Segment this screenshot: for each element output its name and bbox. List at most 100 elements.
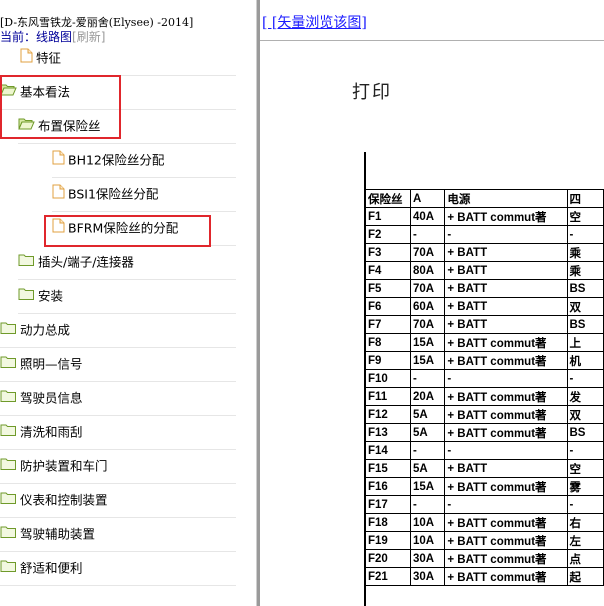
tree-node-label: 插头/端子/连接器 <box>38 254 134 270</box>
table-cell: + BATT <box>444 279 568 298</box>
folder-icon <box>0 450 17 484</box>
tree-node-label: 驾驶员信息 <box>20 390 83 406</box>
vector-view-link[interactable]: [ [矢量浏览该图] <box>262 12 367 32</box>
tree-node-label: BH12保险丝分配 <box>68 152 165 168</box>
tree-node[interactable]: 驾驶辅助装置 <box>0 517 236 552</box>
table-cell: + BATT commut著 <box>444 423 568 442</box>
table-cell: - <box>409 369 446 388</box>
table-cell: 80A <box>409 261 446 280</box>
column-header: 四 <box>566 189 604 208</box>
table-cell: F12 <box>365 405 411 424</box>
table-cell: F21 <box>365 567 411 586</box>
table-cell: 空 <box>566 207 604 226</box>
table-cell: 双 <box>566 405 604 424</box>
table-cell: 15A <box>409 333 446 352</box>
print-link[interactable]: 打印 <box>352 78 392 104</box>
table-cell: 60A <box>409 297 446 316</box>
tree-node[interactable]: 舒适和便利 <box>0 551 236 586</box>
tree-node[interactable]: 仪表和控制装置 <box>0 483 236 518</box>
table-cell: 发 <box>566 387 604 406</box>
table-cell: BS <box>566 423 604 442</box>
table-cell: + BATT commut著 <box>444 531 568 550</box>
column-header: 电源 <box>444 189 568 208</box>
tree-node-label: 动力总成 <box>20 322 71 338</box>
tree-node-label: 防护装置和车门 <box>20 458 108 474</box>
table-row: F18 10A + BATT commut著右 <box>365 513 604 532</box>
table-cell: 5A <box>409 423 446 442</box>
table-cell: 雾 <box>566 477 604 496</box>
table-cell: + BATT <box>444 459 568 478</box>
folder-icon <box>0 518 17 552</box>
table-cell: F1 <box>365 207 411 226</box>
table-cell: + BATT commut著 <box>444 567 568 586</box>
tree-node[interactable]: 照明—信号 <box>0 347 236 382</box>
table-cell: F3 <box>365 243 411 262</box>
table-cell: 双 <box>566 297 604 316</box>
table-row: F11 20A + BATT commut著发 <box>365 387 604 406</box>
table-row: F19 10A + BATT commut著左 <box>365 531 604 550</box>
table-cell: + BATT <box>444 243 568 262</box>
table-cell: 上 <box>566 333 604 352</box>
tree-node-label: 驾驶辅助装置 <box>20 526 96 542</box>
table-cell: - <box>409 441 446 460</box>
table-cell: + BATT commut著 <box>444 513 568 532</box>
table-cell: F2 <box>365 225 411 244</box>
tree-node[interactable]: 驾驶员信息 <box>0 381 236 416</box>
table-cell: + BATT <box>444 261 568 280</box>
folder-icon <box>18 280 35 314</box>
table-cell: F19 <box>365 531 411 550</box>
table-header-row: 保险丝 A 电源四 <box>365 189 604 208</box>
highlight-box-basic <box>0 75 121 139</box>
tree-node[interactable]: 清洗和雨刮 <box>0 415 236 450</box>
table-cell: 40A <box>409 207 446 226</box>
column-header: A <box>409 189 446 208</box>
table-cell: + BATT commut著 <box>444 351 568 370</box>
table-cell: 30A <box>409 567 446 586</box>
table-cell: 起 <box>566 567 604 586</box>
table-cell: 5A <box>409 405 446 424</box>
table-cell: 乘 <box>566 261 604 280</box>
table-cell: F10 <box>365 369 411 388</box>
table-cell: + BATT <box>444 297 568 316</box>
table-cell: F20 <box>365 549 411 568</box>
tree-node[interactable]: 特征 <box>20 41 236 76</box>
table-cell: 70A <box>409 243 446 262</box>
page-icon <box>52 178 65 212</box>
tree-node-label: 舒适和便利 <box>20 560 83 576</box>
table-cell: 15A <box>409 351 446 370</box>
table-cell: - <box>444 495 568 514</box>
table-row: F4 80A + BATT 乘 <box>365 261 604 280</box>
table-cell: F18 <box>365 513 411 532</box>
folder-icon <box>0 416 17 450</box>
tree-node[interactable]: 插头/端子/连接器 <box>18 245 236 280</box>
folder-icon <box>0 484 17 518</box>
tree-node-label: BSI1保险丝分配 <box>68 186 159 202</box>
table-cell: 左 <box>566 531 604 550</box>
page-icon <box>52 144 65 178</box>
table-cell: - <box>566 369 604 388</box>
tree-node-label: 特征 <box>36 50 62 66</box>
tree-node[interactable]: 防护装置和车门 <box>0 449 236 484</box>
table-cell: + BATT commut著 <box>444 405 568 424</box>
table-cell: F9 <box>365 351 411 370</box>
column-header: 保险丝 <box>365 189 411 208</box>
table-cell: - <box>566 495 604 514</box>
tree-node[interactable]: 动力总成 <box>0 313 236 348</box>
table-cell: + BATT commut著 <box>444 333 568 352</box>
divider <box>260 40 604 41</box>
table-cell: 20A <box>409 387 446 406</box>
tree-node[interactable]: BH12保险丝分配 <box>52 143 236 178</box>
table-row: F12 5A + BATT commut著双 <box>365 405 604 424</box>
tree-node[interactable]: BSI1保险丝分配 <box>52 177 236 212</box>
table-cell: F8 <box>365 333 411 352</box>
tree-node[interactable]: 安装 <box>18 279 236 314</box>
fuse-table: 保险丝 A 电源四 F1 40A + BATT commut著空 F2- - - F3 70A + … <box>365 189 604 586</box>
table-cell: F17 <box>365 495 411 514</box>
table-row: F15 5A + BATT 空 <box>365 459 604 478</box>
table-cell: - <box>566 441 604 460</box>
table-cell: 乘 <box>566 243 604 262</box>
table-row: F10- - - <box>365 369 604 388</box>
table-cell: F15 <box>365 459 411 478</box>
table-cell: F4 <box>365 261 411 280</box>
table-cell: - <box>444 369 568 388</box>
